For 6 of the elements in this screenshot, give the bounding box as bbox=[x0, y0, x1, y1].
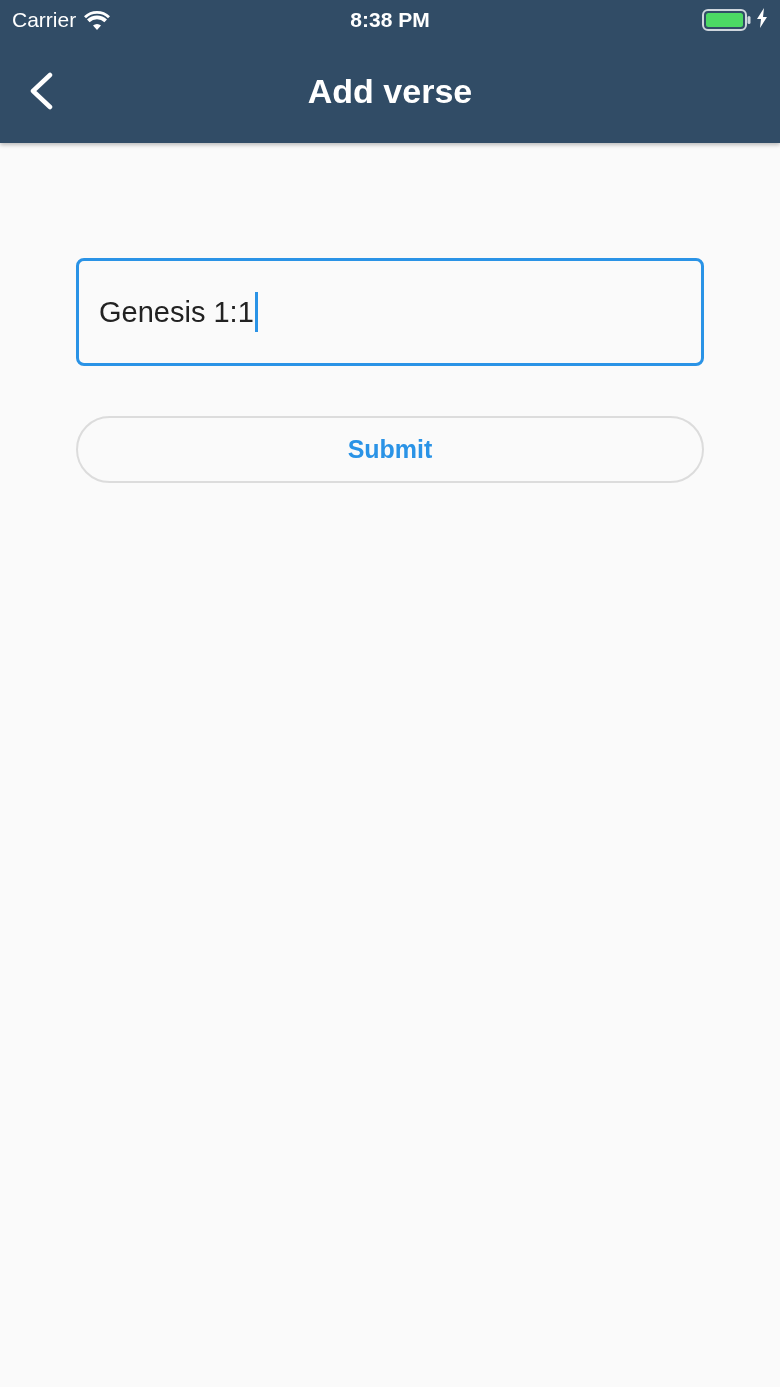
wifi-icon bbox=[84, 10, 111, 30]
battery-icon bbox=[702, 9, 752, 31]
status-time: 8:38 PM bbox=[350, 8, 430, 32]
carrier-name: Carrier bbox=[12, 8, 77, 32]
page-title: Add verse bbox=[307, 72, 473, 111]
verse-input-field[interactable]: Genesis 1:1 bbox=[76, 258, 704, 366]
